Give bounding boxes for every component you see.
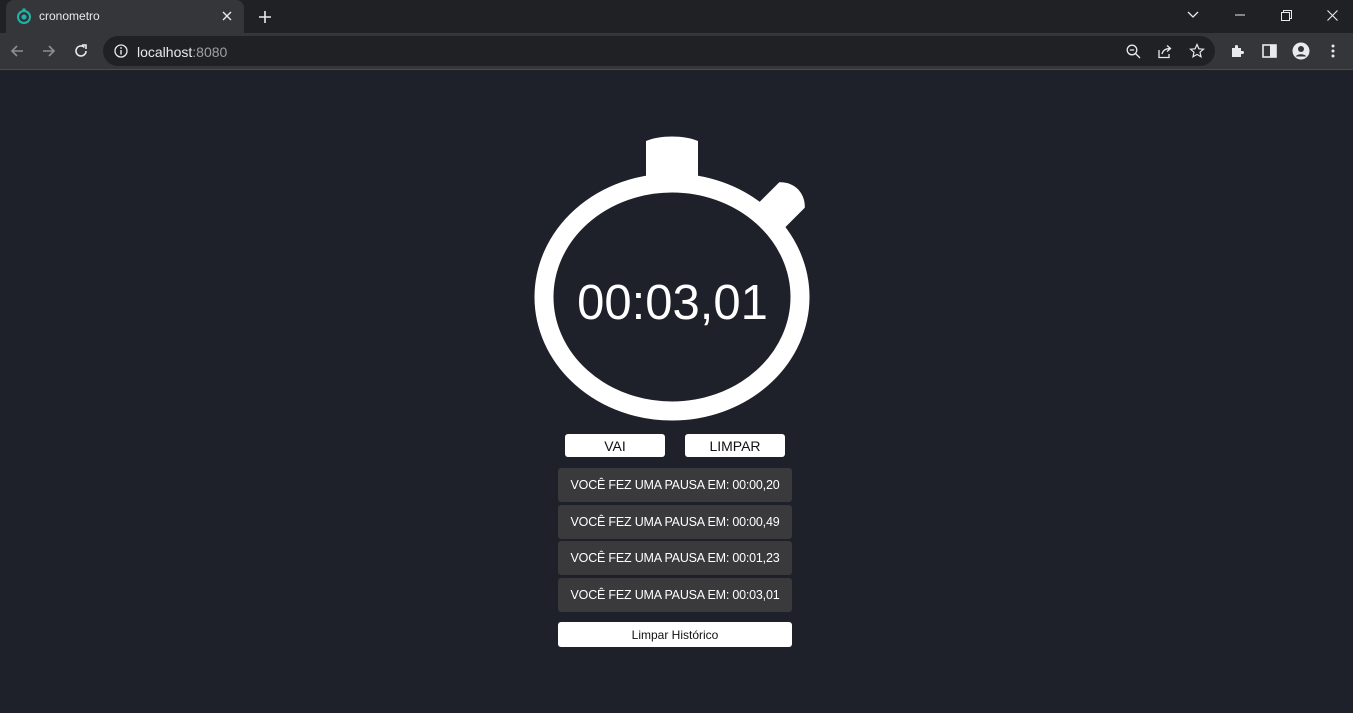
reload-icon[interactable] xyxy=(67,37,95,65)
site-info-icon[interactable] xyxy=(111,41,131,61)
browser-toolbar: localhost:8080 xyxy=(0,33,1353,70)
url-port: :8080 xyxy=(192,44,228,60)
history-item: VOCÊ FEZ UMA PAUSA EM: 00:00,20 xyxy=(558,468,792,502)
side-panel-icon[interactable] xyxy=(1255,37,1283,65)
elapsed-time-display: 00:03,01 xyxy=(577,276,768,330)
restore-icon[interactable] xyxy=(1263,0,1309,30)
clear-history-button[interactable]: Limpar Histórico xyxy=(558,622,792,647)
forward-icon[interactable] xyxy=(35,37,63,65)
extensions-icon[interactable] xyxy=(1223,37,1251,65)
close-tab-icon[interactable] xyxy=(218,7,236,25)
bookmark-star-icon[interactable] xyxy=(1187,41,1207,61)
url-host: localhost xyxy=(137,44,193,60)
close-window-icon[interactable] xyxy=(1309,0,1353,30)
tab-title: cronometro xyxy=(39,9,100,23)
tab-search-icon[interactable] xyxy=(1170,0,1216,30)
stopwatch-favicon-icon xyxy=(16,8,32,24)
history-item: VOCÊ FEZ UMA PAUSA EM: 00:01,23 xyxy=(558,541,792,575)
pause-history-list: VOCÊ FEZ UMA PAUSA EM: 00:00,20 VOCÊ FEZ… xyxy=(558,468,792,614)
address-bar[interactable]: localhost:8080 xyxy=(103,36,1215,66)
minimize-icon[interactable] xyxy=(1217,0,1263,30)
share-icon[interactable] xyxy=(1155,41,1175,61)
profile-avatar-icon[interactable] xyxy=(1287,37,1315,65)
url-text: localhost:8080 xyxy=(137,44,227,60)
history-item: VOCÊ FEZ UMA PAUSA EM: 00:00,49 xyxy=(558,504,792,539)
back-icon[interactable] xyxy=(3,37,31,65)
start-button[interactable]: VAI xyxy=(565,434,665,457)
tab-strip: cronometro xyxy=(0,0,1353,33)
browser-tab[interactable]: cronometro xyxy=(6,0,244,33)
menu-kebab-icon[interactable] xyxy=(1319,37,1347,65)
new-tab-icon[interactable] xyxy=(253,5,277,29)
reset-button[interactable]: LIMPAR xyxy=(685,434,785,457)
zoom-icon[interactable] xyxy=(1123,41,1143,61)
history-item: VOCÊ FEZ UMA PAUSA EM: 00:03,01 xyxy=(558,577,792,612)
